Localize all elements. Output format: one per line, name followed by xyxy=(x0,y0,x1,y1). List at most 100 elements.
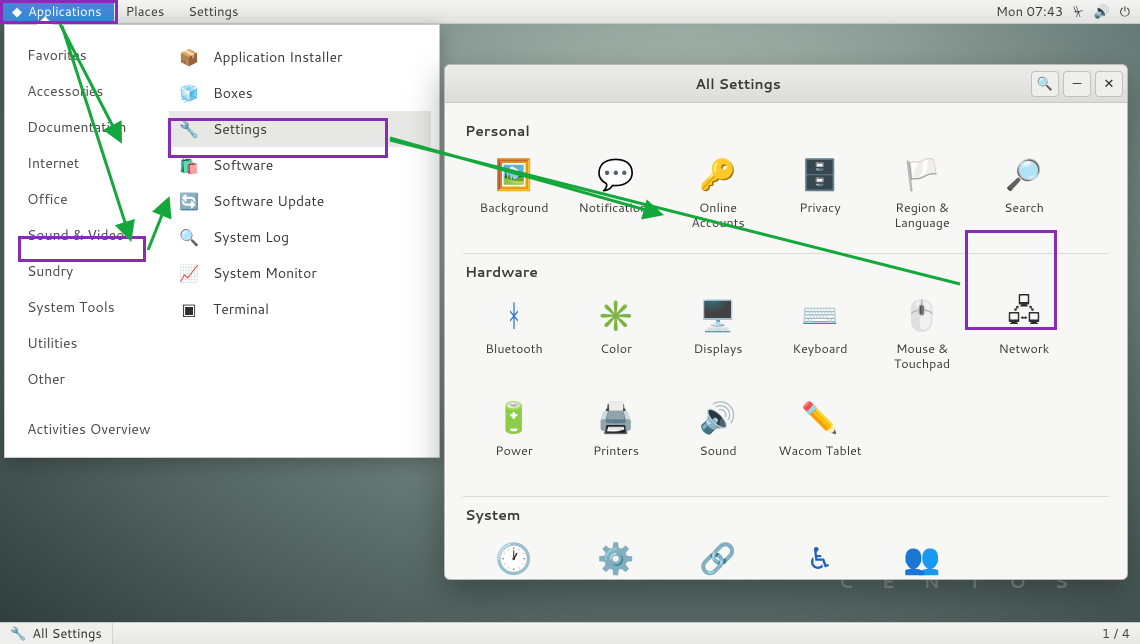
privacy-icon: 🗄️ xyxy=(798,151,842,195)
universal-access-icon: ♿ xyxy=(798,535,842,579)
task-all-settings[interactable]: 🔧 All Settings xyxy=(0,623,113,644)
software-update-icon: 🔄 xyxy=(177,189,201,213)
settings-displays[interactable]: 🖥️Displays xyxy=(667,286,769,388)
settings-privacy[interactable]: 🗄️Privacy xyxy=(769,145,871,247)
settings-online-accounts[interactable]: 🔑Online Accounts xyxy=(667,145,769,247)
settings-app-icon: 🔧 xyxy=(177,117,201,141)
section-hardware-grid: ᚼBluetooth ✳️Color 🖥️Displays ⌨️Keyboard… xyxy=(463,286,1109,490)
settings-keyboard[interactable]: ⌨️Keyboard xyxy=(769,286,871,388)
top-panel: ◆ Applications Places Settings Mon 07:43… xyxy=(0,0,1140,24)
network-tray-icon[interactable]: ⏧ xyxy=(1073,3,1083,21)
settings-titlebar[interactable]: All Settings 🔍 — ✕ xyxy=(445,65,1127,103)
app-boxes[interactable]: 🧊Boxes xyxy=(169,75,431,111)
color-icon: ✳️ xyxy=(594,292,638,336)
cat-favorites[interactable]: Favorites xyxy=(27,43,155,67)
settings-background[interactable]: 🖼️Background xyxy=(463,145,565,247)
section-personal-title: Personal xyxy=(465,121,1109,141)
settings-color[interactable]: ✳️Color xyxy=(565,286,667,388)
volume-tray-icon[interactable]: 🔊 xyxy=(1094,3,1110,21)
background-icon: 🖼️ xyxy=(492,151,536,195)
settings-wacom[interactable]: ✏️Wacom Tablet xyxy=(769,388,871,490)
settings-title: All Settings xyxy=(445,74,1031,94)
installer-icon: 📦 xyxy=(177,45,201,69)
applications-menu-popup: Favorites Accessories Documentation Inte… xyxy=(4,24,440,458)
divider xyxy=(463,253,1109,254)
settings-details[interactable]: ⚙️Details xyxy=(565,529,667,579)
software-icon: 🛍️ xyxy=(177,153,201,177)
cat-utilities[interactable]: Utilities xyxy=(27,331,155,355)
settings-sharing[interactable]: 🔗Sharing xyxy=(667,529,769,579)
app-application-installer[interactable]: 📦Application Installer xyxy=(169,39,431,75)
divider xyxy=(463,496,1109,497)
menu-settings[interactable]: Settings xyxy=(176,0,250,23)
cat-documentation[interactable]: Documentation xyxy=(27,115,155,139)
search-button[interactable]: 🔍 xyxy=(1031,71,1059,97)
app-terminal[interactable]: ▣Terminal xyxy=(169,291,431,327)
power-icon: 🔋 xyxy=(492,394,536,438)
task-settings-icon: 🔧 xyxy=(10,625,26,643)
settings-mouse-touchpad[interactable]: 🖱️Mouse & Touchpad xyxy=(871,286,973,388)
printers-icon: 🖨️ xyxy=(594,394,638,438)
settings-universal-access[interactable]: ♿Universal Access xyxy=(769,529,871,579)
sound-icon: 🔊 xyxy=(696,394,740,438)
settings-region-language[interactable]: 🏳️Region & Language xyxy=(871,145,973,247)
settings-window: All Settings 🔍 — ✕ Personal 🖼️Background… xyxy=(444,64,1128,580)
app-software-update[interactable]: 🔄Software Update xyxy=(169,183,431,219)
boxes-icon: 🧊 xyxy=(177,81,201,105)
keyboard-icon: ⌨️ xyxy=(798,292,842,336)
settings-search[interactable]: 🔎Search xyxy=(973,145,1075,247)
cat-internet[interactable]: Internet xyxy=(27,151,155,175)
app-list: 📦Application Installer 🧊Boxes 🔧Settings … xyxy=(165,25,439,457)
settings-date-time[interactable]: 🕐Date & Time xyxy=(463,529,565,579)
settings-power[interactable]: 🔋Power xyxy=(463,388,565,490)
settings-network[interactable]: 🖧Network xyxy=(973,286,1075,388)
task-label: All Settings xyxy=(32,625,102,643)
section-system-grid: 🕐Date & Time ⚙️Details 🔗Sharing ♿Univers… xyxy=(463,529,1109,579)
popup-arrow xyxy=(37,17,53,25)
app-software[interactable]: 🛍️Software xyxy=(169,147,431,183)
cat-sundry[interactable]: Sundry xyxy=(27,259,155,283)
cat-office[interactable]: Office xyxy=(27,187,155,211)
section-hardware-title: Hardware xyxy=(465,262,1109,282)
search-prefs-icon: 🔎 xyxy=(1002,151,1046,195)
activities-overview-link[interactable]: Activities Overview xyxy=(27,419,150,439)
network-icon: 🖧 xyxy=(1002,292,1046,336)
workspace-indicator[interactable]: 1 / 4 xyxy=(1092,623,1140,644)
system-log-icon: 🔍 xyxy=(177,225,201,249)
menu-applications[interactable]: ◆ Applications xyxy=(0,0,114,23)
power-tray-icon[interactable]: ⏻ xyxy=(1120,3,1130,21)
clock[interactable]: Mon 07:43 xyxy=(996,3,1063,21)
details-icon: ⚙️ xyxy=(594,535,638,579)
cat-other[interactable]: Other xyxy=(27,367,155,391)
notifications-icon: 💬 xyxy=(594,151,638,195)
cat-sound-video[interactable]: Sound & Video xyxy=(27,223,155,247)
displays-icon: 🖥️ xyxy=(696,292,740,336)
settings-body: Personal 🖼️Background 💬Notifications 🔑On… xyxy=(445,103,1127,579)
settings-sound[interactable]: 🔊Sound xyxy=(667,388,769,490)
terminal-icon: ▣ xyxy=(177,297,201,321)
settings-notifications[interactable]: 💬Notifications xyxy=(565,145,667,247)
app-categories: Favorites Accessories Documentation Inte… xyxy=(5,25,165,457)
minimize-button[interactable]: — xyxy=(1063,71,1091,97)
applications-icon: ◆ xyxy=(12,3,22,21)
system-tray: Mon 07:43 ⏧ 🔊 ⏻ xyxy=(996,0,1140,23)
bottom-taskbar: 🔧 All Settings 1 / 4 xyxy=(0,622,1140,644)
settings-users[interactable]: 👥Users xyxy=(871,529,973,579)
close-icon: ✕ xyxy=(1104,75,1115,93)
wacom-icon: ✏️ xyxy=(798,394,842,438)
settings-printers[interactable]: 🖨️Printers xyxy=(565,388,667,490)
region-language-icon: 🏳️ xyxy=(900,151,944,195)
users-icon: 👥 xyxy=(900,535,944,579)
system-monitor-icon: 📈 xyxy=(177,261,201,285)
app-settings[interactable]: 🔧Settings xyxy=(169,111,431,147)
menu-places[interactable]: Places xyxy=(114,0,177,23)
cat-accessories[interactable]: Accessories xyxy=(27,79,155,103)
close-button[interactable]: ✕ xyxy=(1095,71,1123,97)
cat-system-tools[interactable]: System Tools xyxy=(27,295,155,319)
search-icon: 🔍 xyxy=(1037,75,1053,93)
app-system-log[interactable]: 🔍System Log xyxy=(169,219,431,255)
app-system-monitor[interactable]: 📈System Monitor xyxy=(169,255,431,291)
mouse-icon: 🖱️ xyxy=(900,292,944,336)
settings-bluetooth[interactable]: ᚼBluetooth xyxy=(463,286,565,388)
sharing-icon: 🔗 xyxy=(696,535,740,579)
